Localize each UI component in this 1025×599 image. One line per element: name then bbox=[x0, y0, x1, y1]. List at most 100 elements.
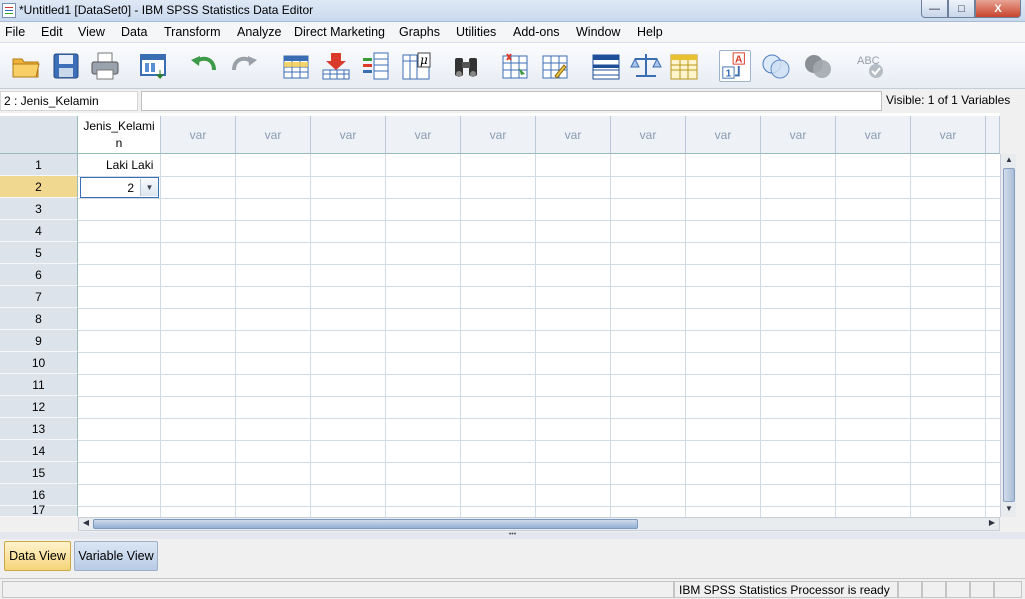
row-header[interactable]: 3 bbox=[0, 198, 78, 220]
row-header[interactable]: 14 bbox=[0, 440, 78, 462]
row-header[interactable]: 1 bbox=[0, 154, 78, 176]
column-header-var[interactable]: var bbox=[611, 116, 686, 154]
print-icon[interactable] bbox=[89, 50, 121, 82]
split-file-icon[interactable] bbox=[590, 50, 622, 82]
row-header[interactable]: 5 bbox=[0, 242, 78, 264]
spss-app-icon[interactable] bbox=[2, 3, 16, 18]
column-header-var[interactable]: var bbox=[161, 116, 236, 154]
row-header[interactable]: 9 bbox=[0, 330, 78, 352]
status-segment-empty bbox=[946, 581, 970, 598]
row-header[interactable]: 13 bbox=[0, 418, 78, 440]
menu-file[interactable]: File bbox=[5, 25, 25, 39]
status-segment-empty bbox=[2, 581, 674, 598]
value-labels-icon[interactable]: A1 bbox=[719, 50, 751, 82]
column-header-var[interactable]: var bbox=[461, 116, 536, 154]
redo-icon[interactable] bbox=[228, 50, 260, 82]
row-header-selected[interactable]: 2 bbox=[0, 176, 78, 198]
value-labels-mu-icon[interactable]: μ bbox=[400, 50, 432, 82]
cell-editor-field[interactable] bbox=[141, 91, 882, 111]
grid-corner[interactable] bbox=[0, 116, 78, 154]
maximize-button[interactable]: □ bbox=[948, 0, 975, 18]
vertical-scrollbar[interactable]: ▲ ▼ bbox=[1000, 154, 1016, 517]
status-segment-empty bbox=[922, 581, 946, 598]
status-segment-empty bbox=[970, 581, 994, 598]
grid-line bbox=[78, 308, 1000, 309]
column-header-partial[interactable] bbox=[986, 116, 1000, 154]
tab-variable-view[interactable]: Variable View bbox=[74, 541, 158, 571]
chevron-down-icon[interactable]: ▼ bbox=[140, 179, 158, 196]
row-header[interactable]: 4 bbox=[0, 220, 78, 242]
close-button[interactable]: X bbox=[975, 0, 1021, 18]
column-header-var[interactable]: var bbox=[836, 116, 911, 154]
menu-transform[interactable]: Transform bbox=[164, 25, 221, 39]
variables-icon[interactable] bbox=[360, 50, 392, 82]
visible-variables-count: Visible: 1 of 1 Variables bbox=[886, 93, 1011, 107]
horizontal-scroll-thumb[interactable] bbox=[93, 519, 638, 529]
goto-variable-icon[interactable] bbox=[320, 50, 352, 82]
grid-line bbox=[78, 462, 1000, 463]
column-header-line2: n bbox=[115, 136, 123, 150]
column-header-var[interactable]: var bbox=[386, 116, 461, 154]
select-cases-icon[interactable] bbox=[668, 50, 700, 82]
save-icon[interactable] bbox=[50, 50, 82, 82]
menu-edit[interactable]: Edit bbox=[41, 25, 63, 39]
active-cell-editor[interactable]: 2 ▼ bbox=[80, 177, 159, 198]
status-segment-empty bbox=[898, 581, 922, 598]
cell-reference-field[interactable]: 2 : Jenis_Kelamin bbox=[0, 91, 138, 111]
minimize-button[interactable]: — bbox=[921, 0, 948, 18]
scroll-up-icon[interactable]: ▲ bbox=[1003, 155, 1015, 167]
row-header[interactable]: 10 bbox=[0, 352, 78, 374]
row-header-partial[interactable]: 17 bbox=[0, 504, 78, 517]
window-title: *Untitled1 [DataSet0] - IBM SPSS Statist… bbox=[19, 3, 314, 17]
value-label-a-text: A bbox=[735, 54, 743, 65]
scroll-down-icon[interactable]: ▼ bbox=[1003, 504, 1015, 516]
undo-icon[interactable] bbox=[188, 50, 220, 82]
menu-window[interactable]: Window bbox=[576, 25, 620, 39]
menu-direct-marketing[interactable]: Direct Marketing bbox=[294, 25, 385, 39]
horizontal-scrollbar[interactable]: ◀ ▶ bbox=[78, 517, 1000, 531]
weight-cases-icon[interactable] bbox=[630, 50, 662, 82]
vertical-scroll-thumb[interactable] bbox=[1003, 168, 1015, 502]
use-sets-icon[interactable] bbox=[760, 50, 792, 82]
open-folder-icon[interactable] bbox=[10, 50, 42, 82]
column-header-var[interactable]: var bbox=[536, 116, 611, 154]
scroll-right-icon[interactable]: ▶ bbox=[986, 518, 998, 530]
row-header[interactable]: 15 bbox=[0, 462, 78, 484]
goto-case-icon[interactable] bbox=[280, 50, 312, 82]
column-header-jenis-kelamin[interactable]: Jenis_Kelami n bbox=[78, 116, 161, 154]
status-processor-ready: IBM SPSS Statistics Processor is ready bbox=[674, 581, 898, 598]
row-header[interactable]: 6 bbox=[0, 264, 78, 286]
menu-data[interactable]: Data bbox=[121, 25, 147, 39]
column-header-var[interactable]: var bbox=[761, 116, 836, 154]
grid-line bbox=[78, 352, 1000, 353]
column-header-var[interactable]: var bbox=[236, 116, 311, 154]
spell-check-icon[interactable]: ABC bbox=[854, 50, 886, 82]
scroll-left-icon[interactable]: ◀ bbox=[80, 518, 92, 530]
menu-add-ons[interactable]: Add-ons bbox=[513, 25, 560, 39]
menu-utilities[interactable]: Utilities bbox=[456, 25, 496, 39]
row-header[interactable]: 8 bbox=[0, 308, 78, 330]
column-header-var[interactable]: var bbox=[311, 116, 386, 154]
grid-line bbox=[78, 198, 1000, 199]
pane-splitter[interactable]: ••• bbox=[0, 531, 1025, 539]
insert-variable-icon[interactable] bbox=[539, 50, 571, 82]
menu-graphs[interactable]: Graphs bbox=[399, 25, 440, 39]
data-grid[interactable]: Jenis_Kelami n var var var var var var va… bbox=[0, 113, 1000, 517]
menu-help[interactable]: Help bbox=[637, 25, 663, 39]
active-cell-value[interactable]: 2 bbox=[127, 181, 134, 195]
grid-line bbox=[78, 418, 1000, 419]
tab-data-view[interactable]: Data View bbox=[4, 541, 71, 571]
row-header[interactable]: 12 bbox=[0, 396, 78, 418]
insert-cases-icon[interactable] bbox=[499, 50, 531, 82]
find-binoculars-icon[interactable] bbox=[450, 50, 482, 82]
menu-analyze[interactable]: Analyze bbox=[237, 25, 281, 39]
data-cell-value[interactable]: Laki Laki bbox=[106, 158, 153, 172]
row-header[interactable]: 11 bbox=[0, 374, 78, 396]
row-header[interactable]: 7 bbox=[0, 286, 78, 308]
column-header-var[interactable]: var bbox=[911, 116, 986, 154]
show-all-variables-icon[interactable] bbox=[802, 50, 834, 82]
grid-line bbox=[78, 264, 1000, 265]
recall-dialog-icon[interactable] bbox=[138, 50, 170, 82]
column-header-var[interactable]: var bbox=[686, 116, 761, 154]
menu-view[interactable]: View bbox=[78, 25, 105, 39]
